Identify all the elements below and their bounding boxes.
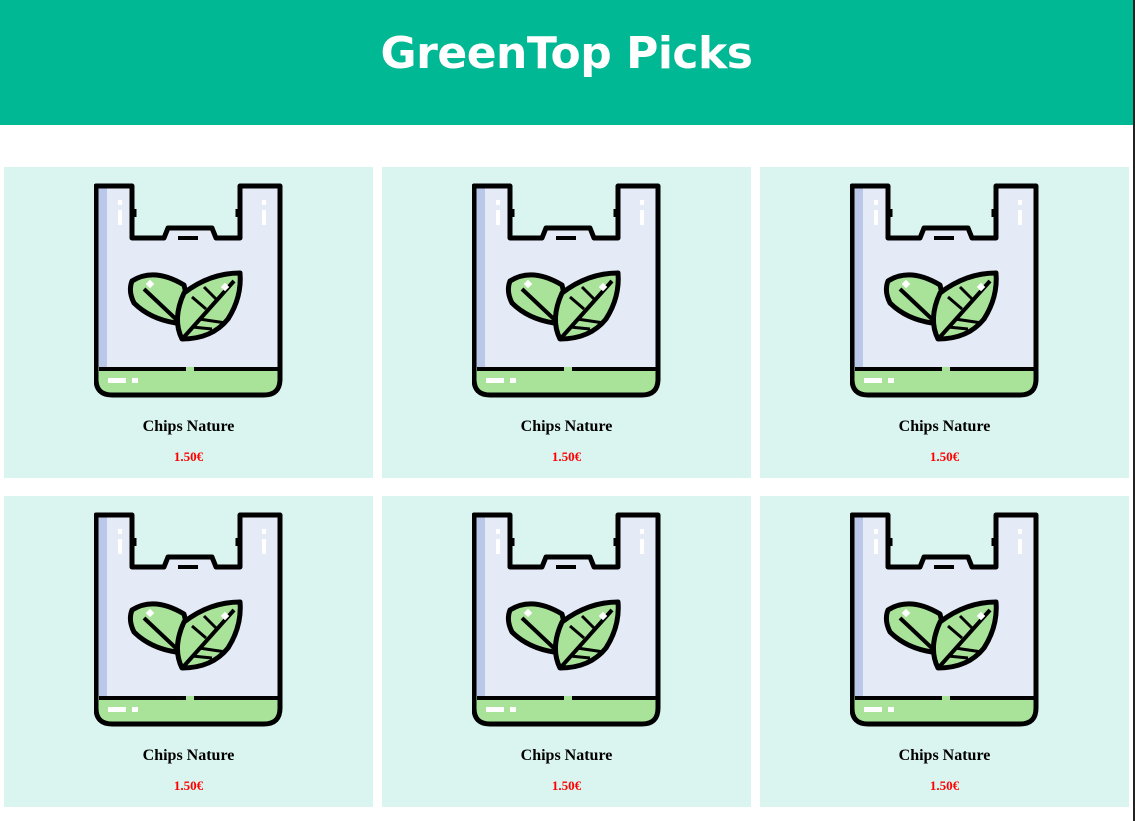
product-price: 1.50€: [929, 449, 960, 464]
eco-bag-leaf-icon: [849, 183, 1038, 398]
product-price: 1.50€: [929, 778, 960, 793]
eco-bag-leaf-icon: [849, 512, 1038, 727]
product-name: Chips Nature: [142, 418, 235, 435]
eco-bag-leaf-icon: [471, 512, 660, 727]
product-name: Chips Nature: [142, 747, 235, 764]
page: GreenTop Picks Chips Nature 1.50€ Chips …: [0, 0, 1135, 821]
product-name: Chips Nature: [898, 418, 991, 435]
product-card[interactable]: Chips Nature 1.50€: [382, 496, 751, 807]
product-grid: Chips Nature 1.50€ Chips Nature 1.50€ Ch…: [4, 167, 1129, 807]
page-header: GreenTop Picks: [0, 0, 1133, 125]
product-name: Chips Nature: [520, 747, 613, 764]
product-card[interactable]: Chips Nature 1.50€: [4, 167, 373, 478]
product-card[interactable]: Chips Nature 1.50€: [4, 496, 373, 807]
product-card[interactable]: Chips Nature 1.50€: [382, 167, 751, 478]
eco-bag-leaf-icon: [93, 183, 282, 398]
product-card[interactable]: Chips Nature 1.50€: [760, 496, 1129, 807]
product-price: 1.50€: [551, 778, 582, 793]
product-card[interactable]: Chips Nature 1.50€: [760, 167, 1129, 478]
product-name: Chips Nature: [898, 747, 991, 764]
eco-bag-leaf-icon: [93, 512, 282, 727]
product-name: Chips Nature: [520, 418, 613, 435]
product-price: 1.50€: [551, 449, 582, 464]
page-title: GreenTop Picks: [380, 28, 753, 79]
eco-bag-leaf-icon: [471, 183, 660, 398]
product-price: 1.50€: [173, 778, 204, 793]
product-price: 1.50€: [173, 449, 204, 464]
